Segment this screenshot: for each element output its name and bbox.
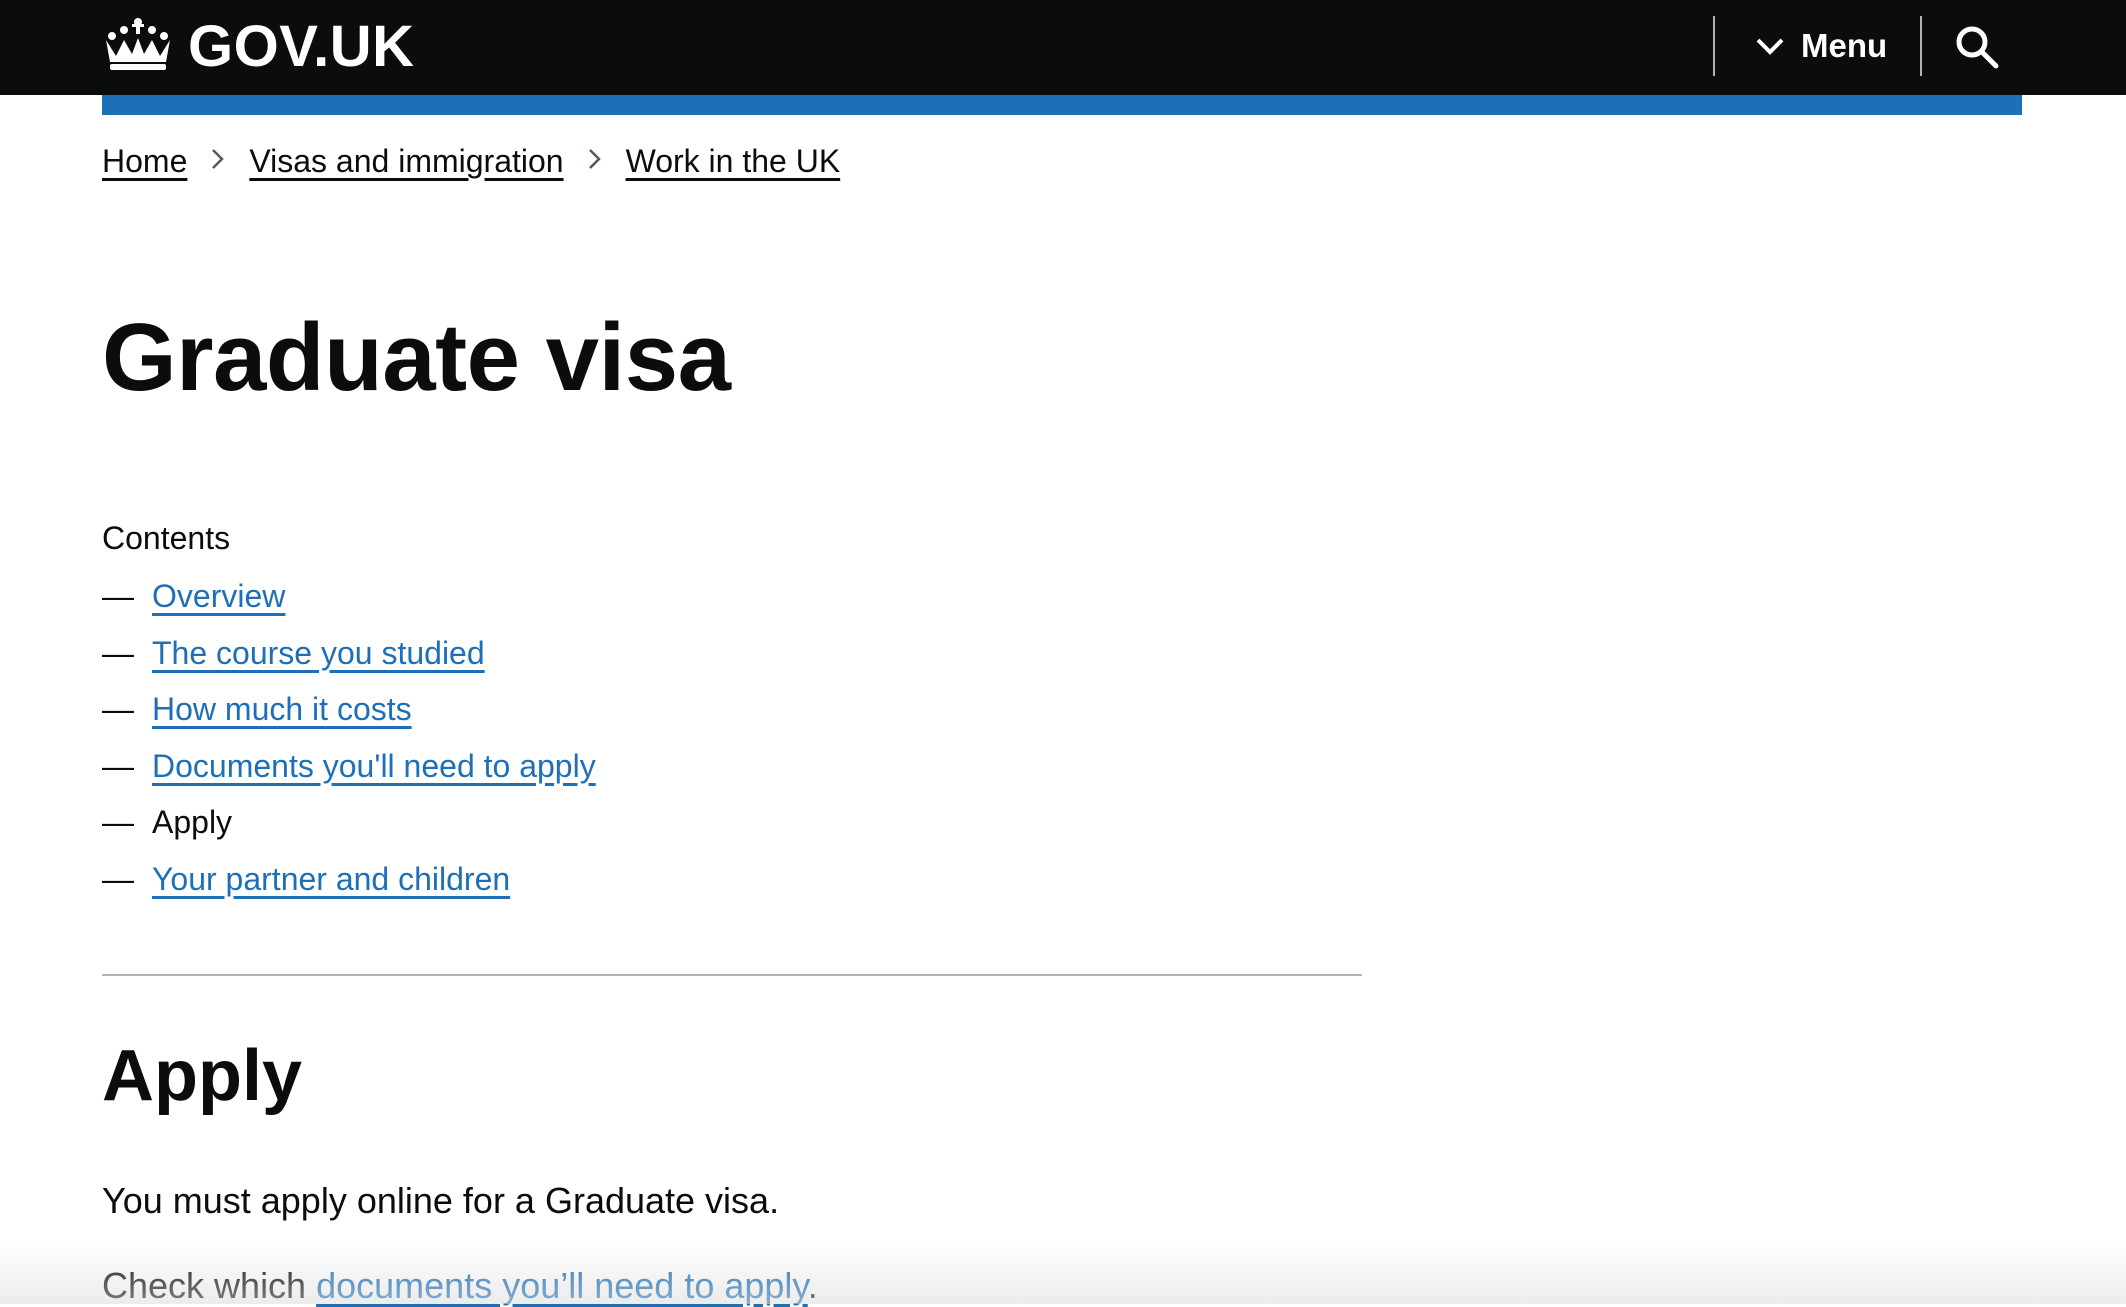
body-paragraph: Check which documents you’ll need to app… (102, 1265, 818, 1307)
contents-dash: — (102, 634, 134, 671)
crown-icon (102, 16, 174, 77)
contents-item: — How much it costs (102, 691, 596, 748)
contents-link-documents[interactable]: Documents you'll need to apply (152, 748, 596, 785)
logo-wordmark: GOV.UK (188, 13, 415, 79)
contents-item: — Documents you'll need to apply (102, 748, 596, 805)
menu-label: Menu (1801, 27, 1888, 64)
contents-link-course[interactable]: The course you studied (152, 635, 485, 672)
contents-link-costs[interactable]: How much it costs (152, 691, 412, 728)
header-divider (1920, 16, 1922, 76)
breadcrumb-visas-and-immigration[interactable]: Visas and immigration (249, 143, 563, 180)
breadcrumb: Home Visas and immigration Work in the U… (102, 143, 840, 180)
govuk-logo-link[interactable]: GOV.UK (102, 13, 415, 79)
chevron-right-icon (564, 143, 626, 180)
body-paragraph: You must apply online for a Graduate vis… (102, 1180, 780, 1221)
section-title: Apply (102, 1036, 303, 1116)
chevron-right-icon (187, 143, 249, 180)
contents-current-apply: Apply (152, 804, 233, 840)
breadcrumb-home[interactable]: Home (102, 143, 187, 180)
contents-item: — Your partner and children (102, 861, 596, 918)
contents-link-overview[interactable]: Overview (152, 578, 285, 615)
contents-dash: — (102, 578, 134, 614)
search-icon (1952, 26, 2002, 76)
body-text: Check which (102, 1265, 317, 1306)
breadcrumb-work-in-the-uk[interactable]: Work in the UK (626, 143, 841, 180)
contents-link-partner-children[interactable]: Your partner and children (152, 861, 510, 898)
contents-dash: — (102, 691, 134, 727)
contents-item: — The course you studied (102, 635, 596, 692)
contents-dash: — (102, 747, 134, 784)
section-divider (102, 974, 1362, 976)
contents-item: — Overview (102, 578, 596, 635)
page-title: Graduate visa (102, 304, 731, 411)
chevron-down-icon (1755, 27, 1785, 65)
site-header: GOV.UK Menu (0, 0, 2126, 95)
header-divider (1713, 16, 1715, 76)
body-text: . (807, 1265, 818, 1306)
documents-link[interactable]: documents you’ll need to apply (316, 1265, 808, 1306)
contents-list: — Overview — The course you studied — Ho… (102, 578, 596, 917)
contents-item: — Apply (102, 804, 596, 861)
search-button[interactable] (1952, 22, 2002, 72)
header-accent-bar (102, 95, 2022, 115)
contents-heading: Contents (102, 520, 231, 556)
contents-dash: — (102, 860, 134, 897)
contents-dash: — (102, 804, 134, 840)
menu-button[interactable]: Menu (1755, 22, 1887, 70)
